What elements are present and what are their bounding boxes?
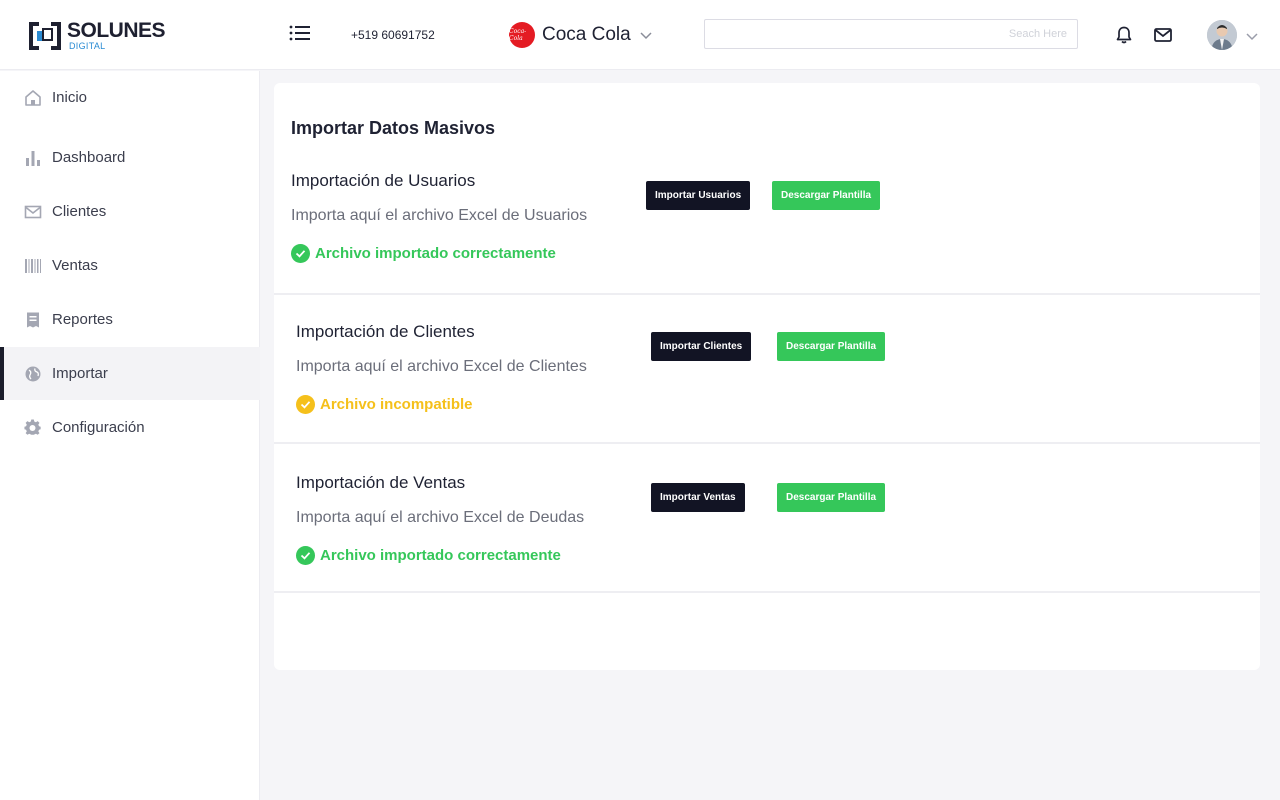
- logo-subtext: DIGITAL: [69, 41, 106, 51]
- page-title: Importar Datos Masivos: [291, 118, 496, 138]
- list-menu-icon[interactable]: [289, 24, 311, 42]
- status-text: Archivo importado correctamente: [320, 547, 561, 564]
- brand-name: Coca Cola: [542, 24, 631, 45]
- check-circle-icon: [296, 395, 315, 414]
- import-clientes-button[interactable]: Importar Clientes: [651, 332, 752, 361]
- status-text: Archivo incompatible: [320, 396, 473, 413]
- section-title: Importación de Usuarios: [291, 171, 476, 190]
- mail-icon[interactable]: [1153, 25, 1173, 45]
- status-text: Archivo importado correctamente: [315, 245, 556, 262]
- bar-chart-icon: [26, 150, 40, 166]
- status-message: Archivo incompatible: [296, 395, 473, 414]
- sidebar-item-ventas[interactable]: Ventas: [0, 239, 260, 292]
- sidebar-item-label: Reportes: [52, 311, 113, 328]
- section-title: Importación de Clientes: [296, 322, 475, 341]
- section-description: Importa aquí el archivo Excel de Deudas: [296, 509, 585, 526]
- envelope-icon: [24, 205, 42, 218]
- status-message: Archivo importado correctamente: [291, 244, 556, 263]
- sidebar-item-reportes[interactable]: Reportes: [0, 293, 260, 346]
- bell-icon[interactable]: [1114, 25, 1134, 45]
- import-ventas-button[interactable]: Importar Ventas: [651, 483, 745, 512]
- user-avatar[interactable]: [1207, 20, 1237, 50]
- top-bar: SOLUNES DIGITAL +519 60691752 Coca-Cola …: [0, 0, 1280, 70]
- search-input[interactable]: [704, 19, 1078, 49]
- download-template-button[interactable]: Descargar Plantilla: [777, 332, 886, 361]
- home-icon: [25, 89, 41, 106]
- section-title: Importación de Ventas: [296, 473, 466, 492]
- sidebar-item-label: Dashboard: [52, 149, 126, 166]
- phone-number: +519 60691752: [351, 28, 435, 42]
- check-circle-icon: [296, 546, 315, 565]
- sidebar-item-importar[interactable]: Importar: [0, 347, 260, 400]
- sidebar-item-label: Importar: [52, 365, 108, 382]
- chevron-down-icon[interactable]: [1245, 29, 1259, 43]
- import-section-usuarios: Importación de Usuarios Importa aquí el …: [274, 145, 1260, 295]
- globe-icon: [25, 366, 41, 381]
- avatar-person-icon: [1207, 20, 1237, 50]
- sidebar-item-label: Inicio: [52, 89, 88, 106]
- download-template-button[interactable]: Descargar Plantilla: [772, 181, 881, 210]
- sidebar-item-dashboard[interactable]: Dashboard: [0, 131, 260, 184]
- logo-mark-icon: [29, 22, 61, 50]
- import-card: Importar Datos Masivos Importación de Us…: [274, 83, 1260, 670]
- import-section-clientes: Importación de Clientes Importa aquí el …: [274, 294, 1260, 444]
- sidebar-item-inicio[interactable]: Inicio: [0, 71, 260, 124]
- import-section-ventas: Importación de Ventas Importa aquí el ar…: [274, 443, 1260, 593]
- barcode-icon: [25, 258, 41, 273]
- download-template-button[interactable]: Descargar Plantilla: [777, 483, 886, 512]
- sidebar-item-label: Ventas: [52, 257, 98, 274]
- import-usuarios-button[interactable]: Importar Usuarios: [646, 181, 751, 210]
- sidebar-item-label: Clientes: [52, 203, 107, 220]
- logo-text: SOLUNES: [67, 19, 166, 42]
- section-divider: [274, 591, 1260, 593]
- section-description: Importa aquí el archivo Excel de Cliente…: [296, 358, 587, 375]
- gear-icon: [24, 418, 41, 435]
- solunes-logo[interactable]: SOLUNES DIGITAL: [27, 20, 167, 54]
- sidebar-item-configuracion[interactable]: Configuración: [0, 401, 260, 454]
- status-message: Archivo importado correctamente: [296, 546, 561, 565]
- check-circle-icon: [291, 244, 310, 263]
- coca-cola-logo: Coca-Cola: [509, 22, 535, 48]
- chevron-down-icon: [640, 32, 652, 40]
- brand-selector[interactable]: Coca-Cola Coca Cola: [509, 21, 653, 49]
- sidebar: Inicio Dashboard Clientes Ventas Reporte…: [0, 71, 260, 800]
- sidebar-item-clientes[interactable]: Clientes: [0, 185, 260, 238]
- sidebar-item-label: Configuración: [52, 419, 145, 436]
- receipt-icon: [27, 312, 39, 327]
- section-description: Importa aquí el archivo Excel de Usuario…: [291, 207, 588, 224]
